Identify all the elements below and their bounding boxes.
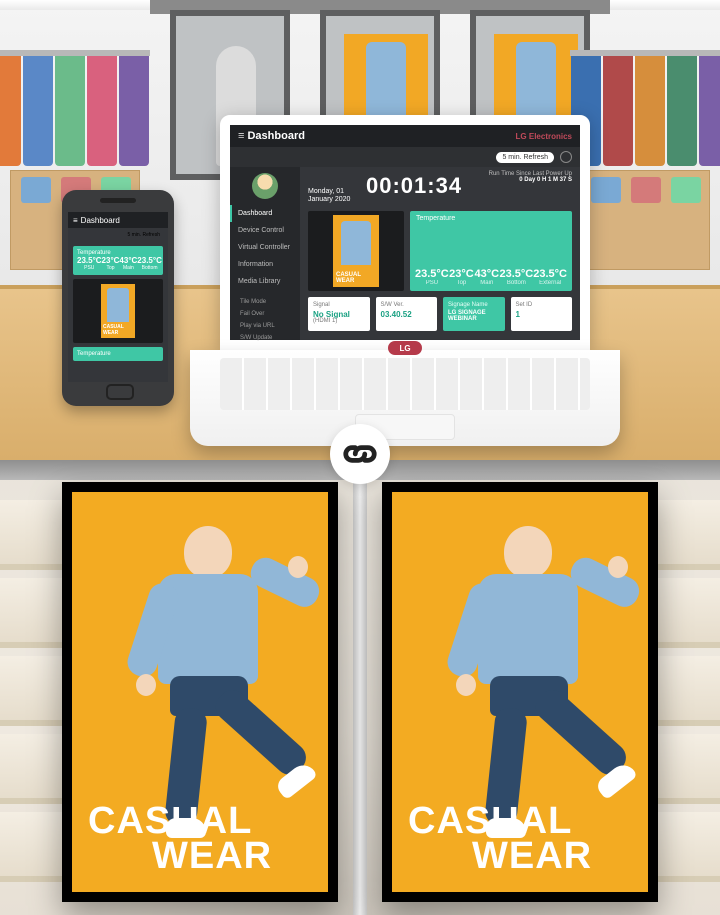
signage-panel-right: CASUALWEAR: [392, 492, 648, 892]
laptop-device: ≡ Dashboard LG Electronics 5 min. Refres…: [190, 115, 620, 450]
phone-temp-psu: 23.5°CPSU: [77, 256, 102, 271]
sidebar-sub-play-url[interactable]: Play via URL: [230, 320, 300, 332]
temp-col-bottom: 23.5°CBottom: [499, 268, 533, 286]
top-store-scene: trend & CASUAL CASUAL ≡ Dashboard LG: [0, 0, 720, 460]
signage-headline-right: CASUALWEAR: [408, 804, 592, 874]
power-icon[interactable]: [560, 151, 572, 163]
link-icon: [330, 424, 390, 484]
sidebar-item-dashboard[interactable]: Dashboard: [230, 205, 300, 222]
sidebar-sub-sw-update[interactable]: S/W Update: [230, 332, 300, 344]
ad-thumbnail: CASUAL WEAR: [333, 215, 379, 287]
temperature-header: Temperature: [416, 215, 455, 222]
dashboard-subbar: 5 min. Refresh: [230, 147, 580, 167]
phone-screen: ≡Dashboard 5 min. Refresh Temperature 23…: [68, 212, 168, 382]
tile-signage-name[interactable]: Signage Name LG SIGNAGE WEBINAR: [443, 297, 505, 331]
dashboard-date: Monday, 01 January 2020: [308, 188, 356, 203]
tile-signal[interactable]: Signal No Signal (HDMI 1): [308, 297, 370, 331]
refresh-pill[interactable]: 5 min. Refresh: [496, 152, 554, 163]
phone-ad-thumbnail: CASUAL WEAR: [101, 284, 135, 338]
sidebar-item-device-control[interactable]: Device Control: [230, 222, 300, 239]
temp-col-psu: 23.5°CPSU: [415, 268, 449, 286]
phone-dashboard-topbar: ≡Dashboard: [68, 212, 168, 228]
uptime-caption: Run Time Since Last Power Up 0 Day 0 H 1…: [489, 171, 572, 183]
laptop-screen: ≡ Dashboard LG Electronics 5 min. Refres…: [220, 115, 590, 350]
sidebar-item-virtual-controller[interactable]: Virtual Controller: [230, 239, 300, 256]
laptop-logo: LG: [388, 341, 422, 355]
laptop-keys: [220, 358, 590, 410]
sidebar-item-information[interactable]: Information: [230, 256, 300, 273]
menu-icon[interactable]: ≡ Dashboard: [238, 130, 305, 142]
phone-temp-bottom: 23.5°CBottom: [137, 256, 162, 271]
dashboard-app: ≡ Dashboard LG Electronics 5 min. Refres…: [230, 125, 580, 340]
phone-temp-top: 23°CTop: [102, 256, 120, 271]
model-illustration: [118, 526, 298, 826]
signage-panel-left: CASUALWEAR: [72, 492, 328, 892]
smartphone-device: ≡Dashboard 5 min. Refresh Temperature 23…: [62, 190, 174, 406]
tile-sw-ver[interactable]: S/W Ver. 03.40.52: [376, 297, 438, 331]
phone-temperature-tile[interactable]: Temperature 23.5°CPSU 23°CTop 43°CMain 2…: [73, 246, 163, 275]
sidebar-sub-tile-mode[interactable]: Tile Mode: [230, 296, 300, 308]
temperature-tile[interactable]: Temperature 23.5°CPSU 23°CTop 43°CMain 2…: [410, 211, 572, 291]
user-avatar[interactable]: [252, 173, 278, 199]
phone-dashboard-title: Dashboard: [81, 216, 120, 225]
sidebar-item-media-library[interactable]: Media Library: [230, 273, 300, 290]
content-preview-tile[interactable]: CASUAL WEAR: [308, 211, 404, 291]
phone-temperature-tile-2[interactable]: Temperature: [73, 347, 163, 361]
scene-root: trend & CASUAL CASUAL ≡ Dashboard LG: [0, 0, 720, 915]
center-pillar: [353, 460, 367, 915]
signage-headline-left: CASUALWEAR: [88, 804, 272, 874]
temp-col-main: 43°CMain: [474, 268, 499, 286]
phone-content-preview-tile[interactable]: CASUAL WEAR: [73, 279, 163, 343]
dashboard-sidebar: Dashboard Device Control Virtual Control…: [230, 167, 300, 340]
phone-temp-header-2: Temperature: [77, 351, 159, 357]
tile-set-id[interactable]: Set ID 1: [511, 297, 573, 331]
brand-label: LG Electronics: [516, 132, 572, 141]
model-illustration: [438, 526, 618, 826]
digital-signage-left: CASUALWEAR: [62, 482, 338, 902]
dashboard-title: Dashboard: [247, 130, 304, 142]
digital-signage-right: CASUALWEAR: [382, 482, 658, 902]
temp-col-external: 23.5°CExternal: [533, 268, 567, 286]
bottom-store-scene: CASUALWEAR CASUALWEAR: [0, 460, 720, 915]
sidebar-sub-fail-over[interactable]: Fail Over: [230, 308, 300, 320]
menu-icon[interactable]: ≡: [73, 216, 78, 225]
laptop-keyboard: [190, 350, 620, 446]
temp-col-top: 23°CTop: [449, 268, 474, 286]
dashboard-clock: 00:01:34: [366, 173, 462, 199]
dashboard-main: Run Time Since Last Power Up 0 Day 0 H 1…: [300, 167, 580, 340]
phone-refresh-pill[interactable]: 5 min. Refresh: [123, 231, 164, 239]
dashboard-topbar: ≡ Dashboard LG Electronics: [230, 125, 580, 147]
phone-temp-main: 43°CMain: [119, 256, 137, 271]
